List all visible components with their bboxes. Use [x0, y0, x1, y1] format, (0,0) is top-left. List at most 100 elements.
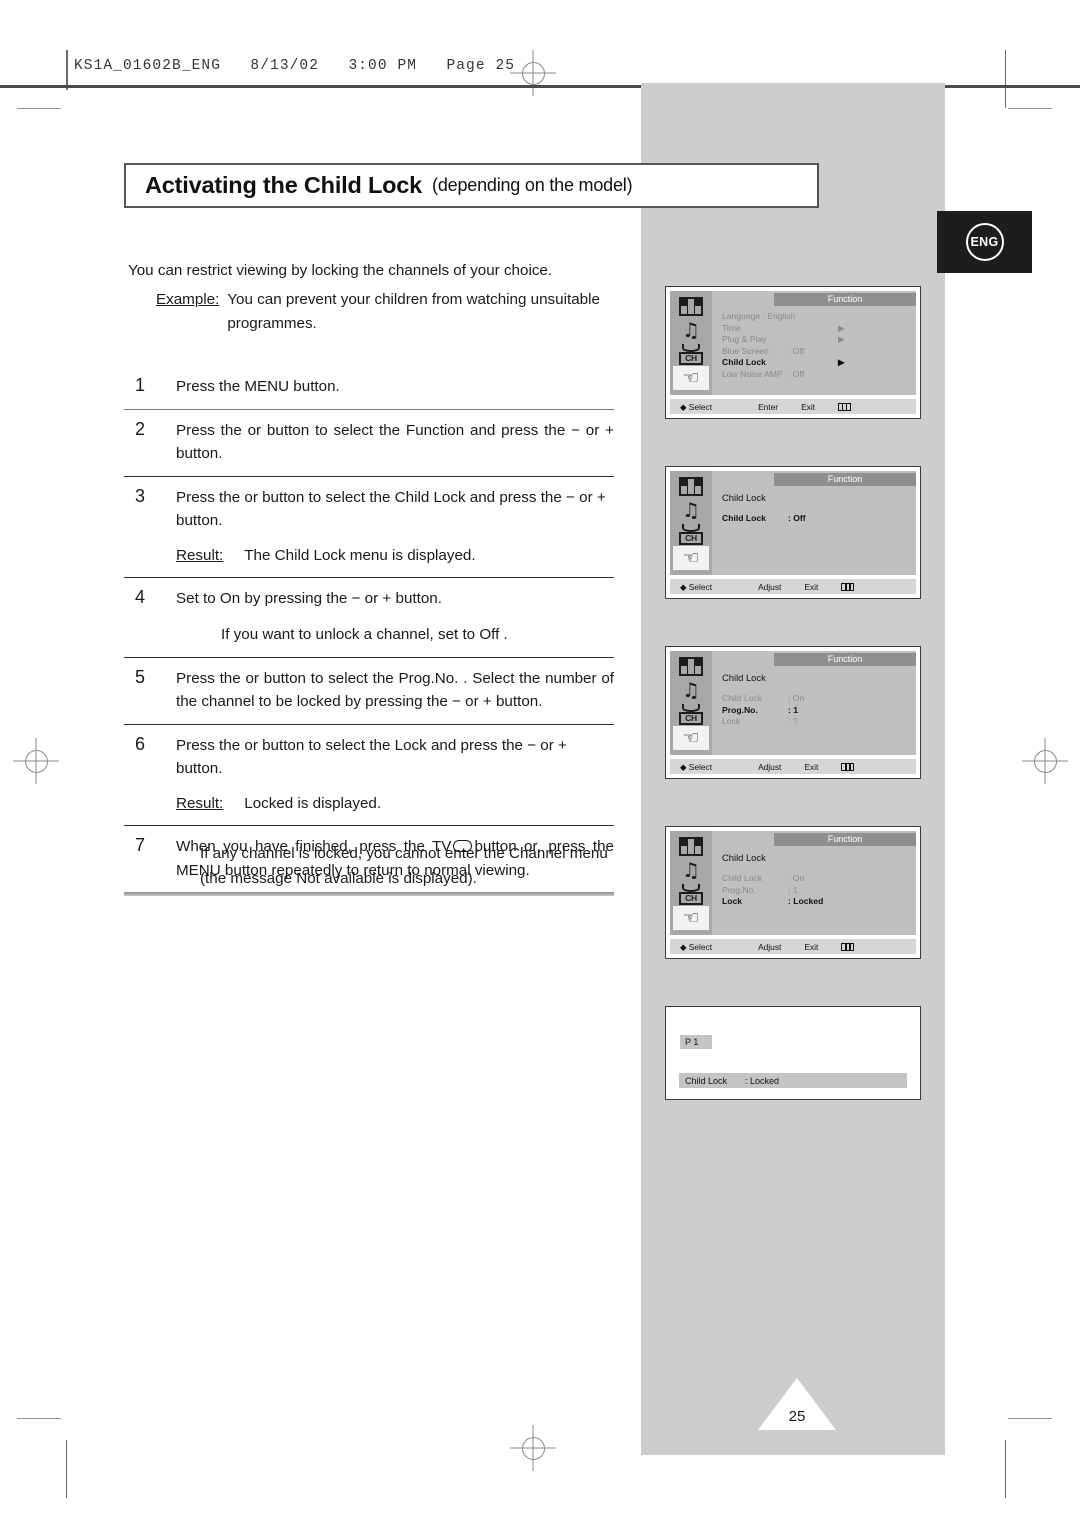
menu-bars-icon	[838, 402, 852, 411]
intro-block: You can restrict viewing by locking the …	[128, 259, 628, 337]
channel-icon: CH	[673, 342, 709, 366]
osd-rows: Child Lock Child Lock : On Prog.No. : 1 Lo…	[722, 671, 912, 728]
language-badge: ENG	[937, 211, 1032, 273]
chevron-right-icon: ▶	[838, 334, 845, 344]
picture-icon	[673, 474, 709, 498]
result-label: Result:	[176, 546, 224, 564]
osd-bottom-bar: ◆ Select Adjust Exit	[670, 579, 916, 594]
page-title-subtitle: (depending on the model)	[432, 175, 633, 195]
osd-row: Low Noise AMP: Off	[722, 369, 912, 381]
page-title: Activating the Child Lock	[145, 172, 423, 198]
step-number: 4	[135, 587, 146, 608]
result-value: The Child Lock menu is displayed.	[244, 546, 476, 564]
osd-body: ♫ CH ☜ Function Language : English Time ▶…	[670, 291, 916, 395]
osd-row-key: Prog.No.	[722, 704, 758, 715]
example-row: Example: You can prevent your children f…	[128, 288, 628, 337]
print-header-text: KS1A_01602B_ENG 8/13/02 3:00 PM Page 25	[74, 58, 516, 74]
step-item: 1 Press the MENU button.	[124, 366, 614, 409]
osd-row-key: Child Lock	[722, 693, 763, 703]
osd-screen-1: ♫ CH ☜ Function Language : English Time ▶…	[665, 286, 921, 419]
osd-screen-4: ♫ CH ☜ Function Child Lock Child Lock: O…	[665, 826, 921, 959]
osd-row-key: Language : English	[722, 311, 796, 321]
function-icon: ☜	[673, 366, 709, 390]
osd-bottom-bar: ◆ Select Adjust Exit	[670, 939, 916, 954]
osd-row: Plug & Play ▶	[722, 334, 912, 346]
osd-menu-title-text: Child Lock	[722, 852, 766, 863]
osd-menu-title-text: Child Lock	[722, 492, 766, 503]
osd-row-value: : On	[788, 873, 805, 883]
child-lock-status-key: Child Lock	[685, 1075, 728, 1086]
osd-row-key: Lock	[722, 716, 741, 726]
osd-select-hint: ◆ Select	[680, 581, 713, 592]
menu-bars-icon	[841, 582, 855, 591]
osd-rows: Language : English Time ▶ Plug & Play ▶ Bl…	[722, 311, 912, 380]
child-lock-status-value: : Locked	[745, 1075, 780, 1086]
osd-row-value: : 1	[788, 704, 799, 715]
osd-row: Language : English	[722, 311, 912, 323]
osd-select-hint: ◆ Select	[680, 941, 713, 952]
step-text: Press the or button to select the Prog.N…	[176, 669, 614, 711]
step-result: Result: Locked is displayed.	[176, 792, 614, 816]
osd-row-value	[788, 323, 838, 335]
osd-tab-label: Function	[774, 293, 916, 306]
osd-menu-title: Child Lock	[722, 671, 912, 684]
osd-select-hint: ◆ Select	[680, 401, 713, 412]
crop-mark-bottom-left	[17, 1418, 61, 1419]
step-item: 4 Set to On by pressing the − or + butto…	[124, 578, 614, 656]
osd-row-value: : Off	[788, 368, 805, 379]
crop-mark-right-top	[1005, 50, 1006, 108]
osd-row-selected: Prog.No. : 1	[722, 705, 912, 717]
function-icon: ☜	[673, 546, 709, 570]
step-text-group: Press the or button to select the Lock a…	[176, 734, 614, 816]
registration-mark-bottom	[510, 1425, 556, 1471]
menu-bars-icon	[841, 942, 855, 951]
note-block: If any channel is locked, you cannot ent…	[200, 845, 608, 887]
step-item: 5 Press the or button to select the Prog…	[124, 658, 614, 724]
osd-rows: Child Lock Child Lock: On Prog.No.: 1 Lo…	[722, 851, 912, 908]
osd-row: Blue Screen : Off	[722, 346, 912, 358]
osd-menu-title: Child Lock	[722, 491, 912, 504]
picture-icon	[673, 654, 709, 678]
osd-main: Function Child Lock Child Lock: Off	[712, 471, 916, 575]
sound-icon: ♫	[682, 498, 700, 522]
osd-row-key: Plug & Play	[722, 334, 767, 344]
page-number: 25	[788, 1408, 806, 1425]
osd-row-value: : Off	[788, 345, 805, 356]
osd-screen-2: ♫ CH ☜ Function Child Lock Child Lock: O…	[665, 466, 921, 599]
osd-tab-label: Function	[774, 653, 916, 666]
osd-body: ♫ CH ☜ Function Child Lock Child Lock: O…	[670, 471, 916, 575]
osd-row-selected: Lock : Locked	[722, 896, 912, 908]
osd-row-selected: Child Lock: Off	[722, 513, 912, 525]
osd-row: Child Lock: On	[722, 873, 912, 885]
osd-sidebar: ♫ CH ☜	[670, 651, 712, 755]
osd-row-key: Blue Screen	[722, 345, 769, 356]
chevron-right-icon	[838, 369, 852, 381]
step-result: Result: The Child Lock menu is displayed…	[176, 544, 614, 568]
osd-screen-3: ♫ CH ☜ Function Child Lock Child Lock : O…	[665, 646, 921, 779]
intro-line: You can restrict viewing by locking the …	[128, 262, 553, 279]
step-number: 7	[135, 835, 146, 856]
crop-mark-bottom-right	[1008, 1418, 1052, 1419]
osd-body: ♫ CH ☜ Function Child Lock Child Lock: O…	[670, 831, 916, 935]
osd-row-value: : Locked	[788, 896, 824, 906]
sound-icon: ♫	[682, 678, 700, 702]
osd-row-key: Time	[722, 322, 741, 333]
osd-row-value: : ?	[788, 716, 798, 726]
osd-action-hint: Adjust	[758, 761, 782, 772]
step-substep: If you want to unlock a channel, set to …	[221, 625, 508, 643]
chevron-right-icon: ▶	[838, 357, 845, 367]
crop-mark-top-right	[1008, 108, 1052, 109]
picture-icon	[673, 834, 709, 858]
program-number-badge: P 1	[680, 1035, 713, 1049]
osd-select-hint: ◆ Select	[680, 761, 713, 772]
osd-row-value: : On	[788, 693, 805, 703]
osd-bottom-bar: ◆ Select Adjust Exit	[670, 759, 916, 774]
osd-row: Lock : ?	[722, 716, 912, 728]
registration-mark-left	[13, 738, 59, 784]
osd-row-key: Lock	[722, 896, 743, 906]
language-badge-label: ENG	[965, 223, 1004, 261]
chevron-right-icon: ▶	[838, 322, 845, 333]
crop-mark-left-bottom	[66, 1440, 67, 1498]
sound-icon: ♫	[682, 858, 700, 882]
osd-action-hint: Enter	[758, 401, 779, 412]
